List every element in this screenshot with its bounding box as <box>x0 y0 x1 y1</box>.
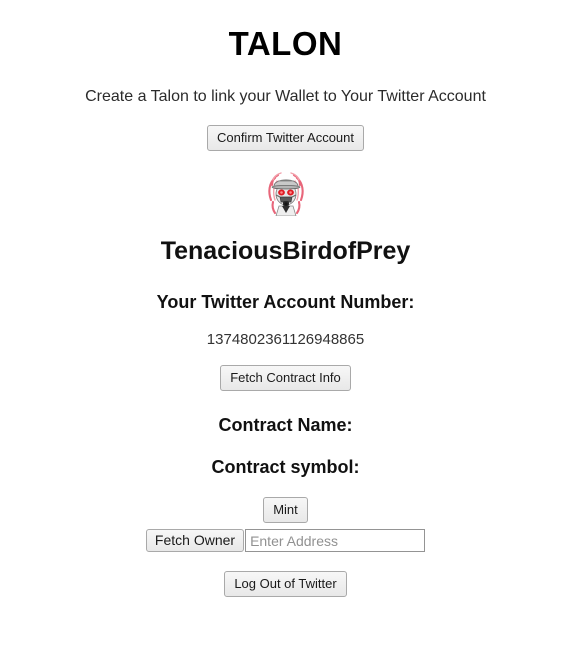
fetch-owner-row: Fetch Owner <box>0 529 571 552</box>
confirm-twitter-account-button[interactable]: Confirm Twitter Account <box>206 125 365 151</box>
talon-app-page: TALON Create a Talon to link your Wallet… <box>0 0 571 662</box>
contract-name-label: Contract Name: <box>218 415 353 435</box>
fetch-contract-info-button[interactable]: Fetch Contract Info <box>220 365 351 391</box>
twitter-username: TenaciousBirdofPrey <box>160 237 411 265</box>
mint-row: Mint <box>0 497 571 523</box>
fetch-owner-button[interactable]: Fetch Owner <box>145 529 245 552</box>
twitter-avatar-gasmask-character-icon <box>261 168 310 216</box>
contract-symbol-label: Contract symbol: <box>211 457 360 477</box>
account-number-label: Your Twitter Account Number: <box>156 292 415 312</box>
page-subtitle: Create a Talon to link your Wallet to Yo… <box>85 88 486 105</box>
confirm-twitter-account-row: Confirm Twitter Account <box>0 125 571 151</box>
log-out-of-twitter-button[interactable]: Log Out of Twitter <box>224 571 347 597</box>
account-number-value: 1374802361126948865 <box>206 331 365 348</box>
log-out-row: Log Out of Twitter <box>0 571 571 597</box>
fetch-contract-info-row: Fetch Contract Info <box>0 365 571 391</box>
mint-button[interactable]: Mint <box>263 497 308 523</box>
page-title: TALON <box>228 25 343 62</box>
avatar-row <box>0 168 571 216</box>
address-input[interactable] <box>245 529 426 552</box>
